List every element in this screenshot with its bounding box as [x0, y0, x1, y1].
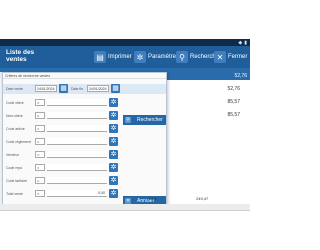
- date-from-picker-icon[interactable]: ▦: [59, 84, 68, 93]
- operator-select[interactable]: =: [35, 125, 45, 132]
- row-label: Code client: [6, 101, 24, 105]
- search-icon: ⚲: [125, 117, 131, 123]
- list-item[interactable]: 85,57: [227, 99, 240, 105]
- print-button[interactable]: ▤ Imprimer: [94, 50, 132, 64]
- search-dialog: Critères de recherche ventes Date vente …: [2, 72, 167, 208]
- search-submit-label: Rechercher: [137, 117, 163, 123]
- totals-bar: Total 249,47: [0, 196, 250, 204]
- close-label: Fermer: [228, 54, 248, 60]
- lookup-icon[interactable]: ✲: [109, 163, 118, 172]
- row-label: Code article: [6, 127, 25, 131]
- gear-icon: ✲: [134, 51, 146, 63]
- settings-label: Paramètres: [148, 54, 180, 60]
- criteria-input[interactable]: [47, 99, 107, 106]
- criteria-input[interactable]: [47, 125, 107, 132]
- total-label: Total: [148, 196, 157, 201]
- dialog-title: Critères de recherche ventes: [3, 73, 166, 79]
- status-bar: ◆ ▮: [0, 39, 250, 46]
- list-value: 52,76: [227, 86, 240, 92]
- lookup-icon[interactable]: ✲: [109, 176, 118, 185]
- date-row: [3, 84, 166, 94]
- lookup-icon[interactable]: ✲: [109, 150, 118, 159]
- row-label: Code repo: [6, 166, 23, 170]
- page-title: Liste des ventes: [6, 49, 35, 63]
- operator-select[interactable]: =: [35, 177, 45, 184]
- print-label: Imprimer: [108, 54, 132, 60]
- printer-icon: ▤: [94, 51, 106, 63]
- date-to-picker-icon[interactable]: ▦: [111, 84, 120, 93]
- row-label: Code règlement: [6, 140, 31, 144]
- criteria-input[interactable]: [47, 138, 107, 145]
- list-value: 85,57: [227, 112, 240, 118]
- lookup-icon[interactable]: ✲: [109, 137, 118, 146]
- criteria-input[interactable]: [47, 164, 107, 171]
- row-label: Nom client: [6, 114, 23, 118]
- lookup-icon[interactable]: ✲: [109, 98, 118, 107]
- lookup-icon[interactable]: ✲: [109, 124, 118, 133]
- list-item[interactable]: 85,57: [227, 112, 240, 118]
- sales-list: 52,76 52,76 85,57 85,57: [165, 72, 250, 210]
- wifi-icon: ◆: [238, 39, 243, 46]
- operator-select[interactable]: =: [35, 112, 45, 119]
- search-icon: ⚲: [176, 51, 188, 63]
- criteria-input[interactable]: [47, 151, 107, 158]
- criteria-input[interactable]: [47, 112, 107, 119]
- status-icons: ◆ ▮: [238, 39, 247, 46]
- list-value: 85,57: [227, 99, 240, 105]
- search-submit-button[interactable]: ⚲ Rechercher: [123, 115, 166, 125]
- operator-select[interactable]: =: [35, 99, 45, 106]
- list-item[interactable]: 52,76: [227, 86, 240, 92]
- row-label: Code tarifaire: [6, 179, 28, 183]
- system-nav-bar: [0, 204, 250, 210]
- battery-icon: ▮: [244, 39, 247, 46]
- lookup-icon[interactable]: ✲: [109, 111, 118, 120]
- total-value: 249,47: [196, 196, 209, 201]
- close-icon: ✕: [214, 51, 226, 63]
- operator-select[interactable]: =: [35, 164, 45, 171]
- row-label: Vendeur: [6, 153, 20, 157]
- app-bar: Liste des ventes ▤ Imprimer ✲ Paramètres…: [0, 46, 250, 68]
- close-button[interactable]: ✕ Fermer: [214, 50, 247, 64]
- date-from-field[interactable]: 24/01/2024: [35, 85, 57, 92]
- list-value: 52,76: [234, 73, 247, 79]
- operator-select[interactable]: =: [35, 151, 45, 158]
- date-to-label: Date fin: [71, 87, 84, 91]
- date-to-field[interactable]: 24/01/2024: [87, 85, 109, 92]
- tablet-screen: ◆ ▮ Liste des ventes ▤ Imprimer ✲ Paramè…: [0, 39, 250, 211]
- date-from-label: Date vente: [6, 87, 23, 91]
- settings-button[interactable]: ✲ Paramètres: [134, 50, 179, 64]
- operator-select[interactable]: =: [35, 138, 45, 145]
- criteria-input[interactable]: [47, 177, 107, 184]
- list-item[interactable]: 52,76: [166, 72, 250, 80]
